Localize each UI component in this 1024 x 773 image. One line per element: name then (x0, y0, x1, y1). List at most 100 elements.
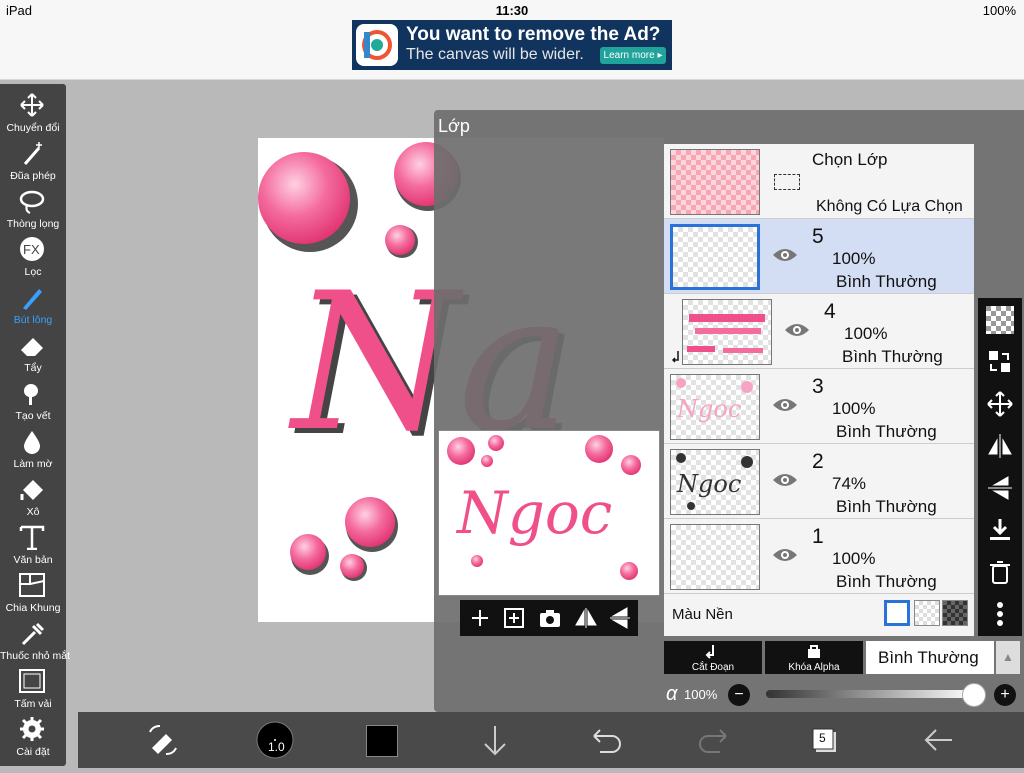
bg-white-swatch[interactable] (884, 600, 910, 626)
layer-side-toolbar (978, 298, 1022, 636)
tool-settings-gear[interactable]: Cài đặt (0, 712, 66, 760)
layer-thumbnail: Ngoc (670, 374, 760, 440)
layer-blend-mode: Bình Thường (836, 422, 937, 441)
tool-label: Văn bản (13, 554, 53, 566)
flip-horizontal-icon[interactable] (574, 606, 598, 630)
ad-banner[interactable]: You want to remove the Ad? The canvas wi… (352, 20, 672, 70)
visibility-eye-icon[interactable] (772, 471, 798, 489)
tool-brush[interactable]: Bút lông (0, 280, 66, 328)
tool-label: Chuyển đổi (6, 122, 60, 134)
alpha-lock-button[interactable]: Khóa Alpha (765, 641, 863, 674)
bg-transparent-swatch[interactable] (914, 600, 940, 626)
tool-label: Cài đặt (16, 746, 50, 758)
opacity-slider-knob[interactable] (962, 683, 986, 707)
add-layer-icon[interactable] (468, 606, 492, 630)
layer-thumbnail: Ngoc (670, 449, 760, 515)
background-label: Màu Nền (672, 606, 733, 623)
tool-eraser[interactable]: Tẩy (0, 328, 66, 376)
clipping-button[interactable]: Cắt Đoạn (664, 641, 762, 674)
merge-down-icon[interactable] (986, 516, 1014, 544)
magic-wand-icon (17, 140, 47, 166)
move-icon (17, 92, 47, 118)
tool-frame-divider[interactable]: Chia Khung (0, 568, 66, 616)
layer-thumbnail (670, 524, 760, 590)
layer-blend-mode: Bình Thường (836, 272, 937, 291)
opacity-plus-button[interactable]: + (994, 684, 1016, 706)
visibility-eye-icon[interactable] (772, 396, 798, 414)
color-swatch[interactable] (366, 725, 398, 757)
layer-row[interactable]: 5 100% Bình Thường (664, 219, 974, 294)
ad-subtitle: The canvas will be wider. (406, 46, 584, 63)
layer-number: 1 (812, 525, 824, 548)
visibility-eye-icon[interactable] (772, 246, 798, 264)
alpha-value: 100% (684, 687, 718, 702)
settings-gear-icon (17, 716, 47, 742)
bg-dark-swatch[interactable] (942, 600, 968, 626)
redo-icon[interactable] (690, 712, 740, 768)
ad-title: You want to remove the Ad? (406, 24, 661, 45)
opacity-minus-button[interactable]: − (728, 684, 750, 706)
tool-label: Chia Khung (5, 602, 61, 614)
blend-dropdown-icon[interactable]: ▲ (996, 641, 1020, 674)
selection-layer-row[interactable]: Chọn Lớp Không Có Lựa Chọn (664, 144, 974, 219)
svg-text:Ngoc: Ngoc (676, 470, 741, 498)
preview-toolbar (460, 600, 638, 636)
tool-lasso[interactable]: Thòng lọng (0, 184, 66, 232)
tool-smudge[interactable]: Tạo vết (0, 376, 66, 424)
camera-icon[interactable] (538, 606, 562, 630)
layer-blend-mode: Bình Thường (842, 347, 943, 366)
layer-row[interactable]: Ngoc 2 74% Bình Thường (664, 444, 974, 519)
undo-icon[interactable] (580, 712, 630, 768)
layer-thumbnail (670, 224, 760, 290)
flip-layer-vertical-icon[interactable] (986, 474, 1014, 502)
more-options-icon[interactable] (986, 600, 1014, 628)
layer-list: Chọn Lớp Không Có Lựa Chọn 5 100% Bình Thư… (664, 144, 974, 636)
visibility-eye-icon[interactable] (772, 546, 798, 564)
duplicate-layer-icon[interactable] (502, 606, 526, 630)
tool-label: Tạo vết (15, 410, 51, 422)
brush-size-button[interactable]: 1.0 (250, 712, 300, 768)
opacity-control: α 100% − + (664, 680, 1024, 710)
layer-transfer-icon[interactable] (986, 348, 1014, 376)
tool-label: Thòng lọng (6, 218, 60, 230)
flip-vertical-icon[interactable] (608, 606, 632, 630)
alpha-symbol: α (666, 683, 678, 705)
learn-more-button[interactable]: Learn more ▸ (600, 47, 666, 64)
tool-magic-wand[interactable]: Đũa phép (0, 136, 66, 184)
layer-count: 5 (819, 731, 826, 745)
tool-label: Đũa phép (10, 170, 56, 182)
selection-layer-thumb (670, 149, 760, 215)
down-arrow-icon[interactable] (470, 712, 520, 768)
clip-indicator-icon (671, 350, 684, 363)
status-bar: iPad 11:30 100% (0, 0, 1024, 20)
tool-text[interactable]: Văn bản (0, 520, 66, 568)
smudge-icon (17, 380, 47, 406)
tool-move[interactable]: Chuyển đổi (0, 88, 66, 136)
fx-filter-icon: FX (17, 236, 47, 262)
transparency-icon[interactable] (986, 306, 1014, 334)
layers-button[interactable]: 5 (800, 712, 850, 768)
tool-label: Lọc (24, 266, 42, 278)
tool-canvas[interactable]: Tấm vải (0, 664, 66, 712)
layer-row[interactable]: 4 100% Bình Thường (664, 294, 974, 369)
opacity-slider[interactable] (766, 690, 974, 698)
tool-bucket[interactable]: Xô (0, 472, 66, 520)
tool-blur-drop[interactable]: Làm mờ (0, 424, 66, 472)
tool-eyedropper[interactable]: Thuốc nhỏ mắt (0, 616, 70, 664)
blend-mode-select[interactable]: Bình Thường (866, 641, 994, 674)
layer-row[interactable]: Ngoc 3 100% Bình Thường (664, 369, 974, 444)
tool-label: Xô (26, 506, 40, 518)
layer-number: 5 (812, 225, 824, 248)
transform-selection-icon[interactable] (138, 712, 188, 768)
flip-layer-horizontal-icon[interactable] (986, 432, 1014, 460)
visibility-eye-icon[interactable] (784, 321, 810, 339)
move-layer-icon[interactable] (986, 390, 1014, 418)
text-icon (17, 524, 47, 551)
layer-row[interactable]: 1 100% Bình Thường (664, 519, 974, 594)
tool-fx-filter[interactable]: FX Lọc (0, 232, 66, 280)
trash-icon[interactable] (986, 558, 1014, 586)
background-row[interactable]: Màu Nền (664, 594, 974, 636)
back-arrow-icon[interactable] (914, 712, 964, 768)
canvas-icon (17, 668, 47, 694)
tool-label: Làm mờ (13, 458, 53, 470)
